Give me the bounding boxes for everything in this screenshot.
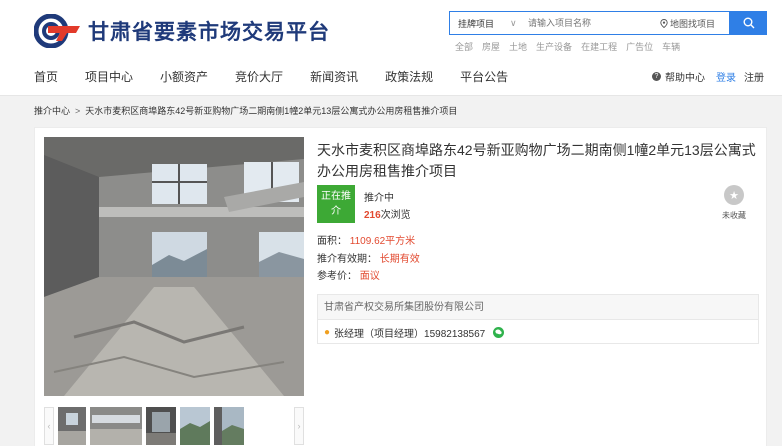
breadcrumb: 推介中心 > 天水市麦积区商埠路东42号新亚购物广场二期南侧1幢2单元13层公寓… [34,104,457,117]
quick-tag-house[interactable]: 房屋 [482,40,500,53]
thumbnail-item[interactable] [180,407,210,445]
quick-tag-billboard[interactable]: 广告位 [626,40,653,53]
quick-tags: 全部 房屋 土地 生产设备 在建工程 广告位 车辆 [455,40,689,53]
map-search-label: 地图找项目 [669,18,715,29]
quick-tag-all[interactable]: 全部 [455,40,473,53]
view-count-number: 216 [364,210,381,221]
search-button[interactable] [730,11,767,35]
person-icon: ● [324,326,331,338]
search-category-select[interactable]: 挂牌项目 ∨ [450,12,520,34]
nav-item-news[interactable]: 新闻资讯 [310,68,358,85]
nav-item-small-assets[interactable]: 小额资产 [160,68,208,85]
nav-item-projects[interactable]: 项目中心 [85,68,133,85]
validity-row: 推介有效期： 长期有效 [317,250,420,265]
star-icon: ★ [724,185,744,205]
area-value: 1109.62平方米 [349,236,416,247]
login-link[interactable]: 登录 [716,69,736,84]
chevron-down-icon: ∨ [510,17,517,28]
thumbnail-item[interactable] [146,407,176,445]
project-title: 天水市麦积区商埠路东42号新亚购物广场二期南侧1幢2单元13层公寓式办公用房租售… [317,142,756,179]
contact-info: 张经理（项目经理）15982138567 [334,328,486,340]
help-center-link[interactable]: ? 帮助中心 [652,69,705,84]
user-links: ? 帮助中心 登录 注册 [652,69,764,84]
map-search-link[interactable]: 地图找项目 [660,17,729,30]
nav-item-home[interactable]: 首页 [34,68,58,85]
site-title: 甘肃省要素市场交易平台 [88,21,330,44]
price-row: 参考价： 面议 [317,267,380,282]
help-icon: ? [652,72,661,81]
thumbnail-strip: ‹ › [44,406,304,446]
breadcrumb-separator: > [75,105,81,116]
site-logo[interactable]: 甘肃省要素市场交易平台 [33,13,330,49]
project-main-photo[interactable] [44,137,304,396]
search-bar: 挂牌项目 ∨ 地图找项目 [449,11,730,35]
price-value: 面议 [359,271,380,282]
organization-box: 甘肃省产权交易所集团股份有限公司 ● 张经理（项目经理）15982138567 [317,294,759,344]
validity-value: 长期有效 [379,254,420,265]
search-category-label: 挂牌项目 [458,18,495,29]
status-text: 推介中 [364,193,394,204]
area-label: 面积： [317,236,347,247]
thumbnail-item[interactable] [58,407,86,445]
chevron-left-icon[interactable]: ‹ [44,407,54,445]
quick-tag-land[interactable]: 土地 [509,40,527,53]
search-input[interactable] [520,12,660,34]
main-nav: 首页 项目中心 小额资产 竞价大厅 新闻资讯 政策法规 平台公告 [34,68,535,85]
favorite-label: 未收藏 [722,211,746,220]
help-center-label: 帮助中心 [665,73,705,84]
project-card: ‹ › 天水市麦积区商埠路东42号新亚购物广场二期南侧1幢2单元13层公寓式办公… [34,127,767,446]
organization-name: 甘肃省产权交易所集团股份有限公司 [318,295,758,320]
view-count: 216次浏览 [364,206,411,221]
validity-label: 推介有效期： [317,254,377,265]
thumbnail-item[interactable] [90,407,142,445]
thumbnail-item[interactable] [214,407,244,445]
quick-tag-vehicle[interactable]: 车辆 [662,40,680,53]
search-icon [743,17,754,29]
wechat-icon[interactable] [493,326,505,338]
breadcrumb-current: 天水市麦积区商埠路东42号新亚购物广场二期南侧1幢2单元13层公寓式办公用房租售… [85,106,458,116]
favorite-button[interactable]: ★ 未收藏 [719,185,749,221]
area-row: 面积： 1109.62平方米 [317,232,415,247]
chevron-right-icon[interactable]: › [294,407,304,445]
logo-mark-icon [33,13,82,49]
site-header: 甘肃省要素市场交易平台 挂牌项目 ∨ 地图找项目 全部 房屋 土地 生产设备 在… [0,0,782,96]
nav-item-policy[interactable]: 政策法规 [385,68,433,85]
quick-tag-equipment[interactable]: 生产设备 [536,40,572,53]
quick-tag-construction[interactable]: 在建工程 [581,40,617,53]
status-badge: 正在推介 [317,185,355,223]
contact-row: ● 张经理（项目经理）15982138567 [318,320,758,344]
nav-item-announcements[interactable]: 平台公告 [460,68,508,85]
nav-item-bidding-hall[interactable]: 竞价大厅 [235,68,283,85]
view-count-suffix: 次浏览 [380,210,411,221]
price-label: 参考价： [317,271,357,282]
location-pin-icon [660,18,668,28]
breadcrumb-root[interactable]: 推介中心 [34,104,70,117]
register-link[interactable]: 注册 [744,69,764,84]
